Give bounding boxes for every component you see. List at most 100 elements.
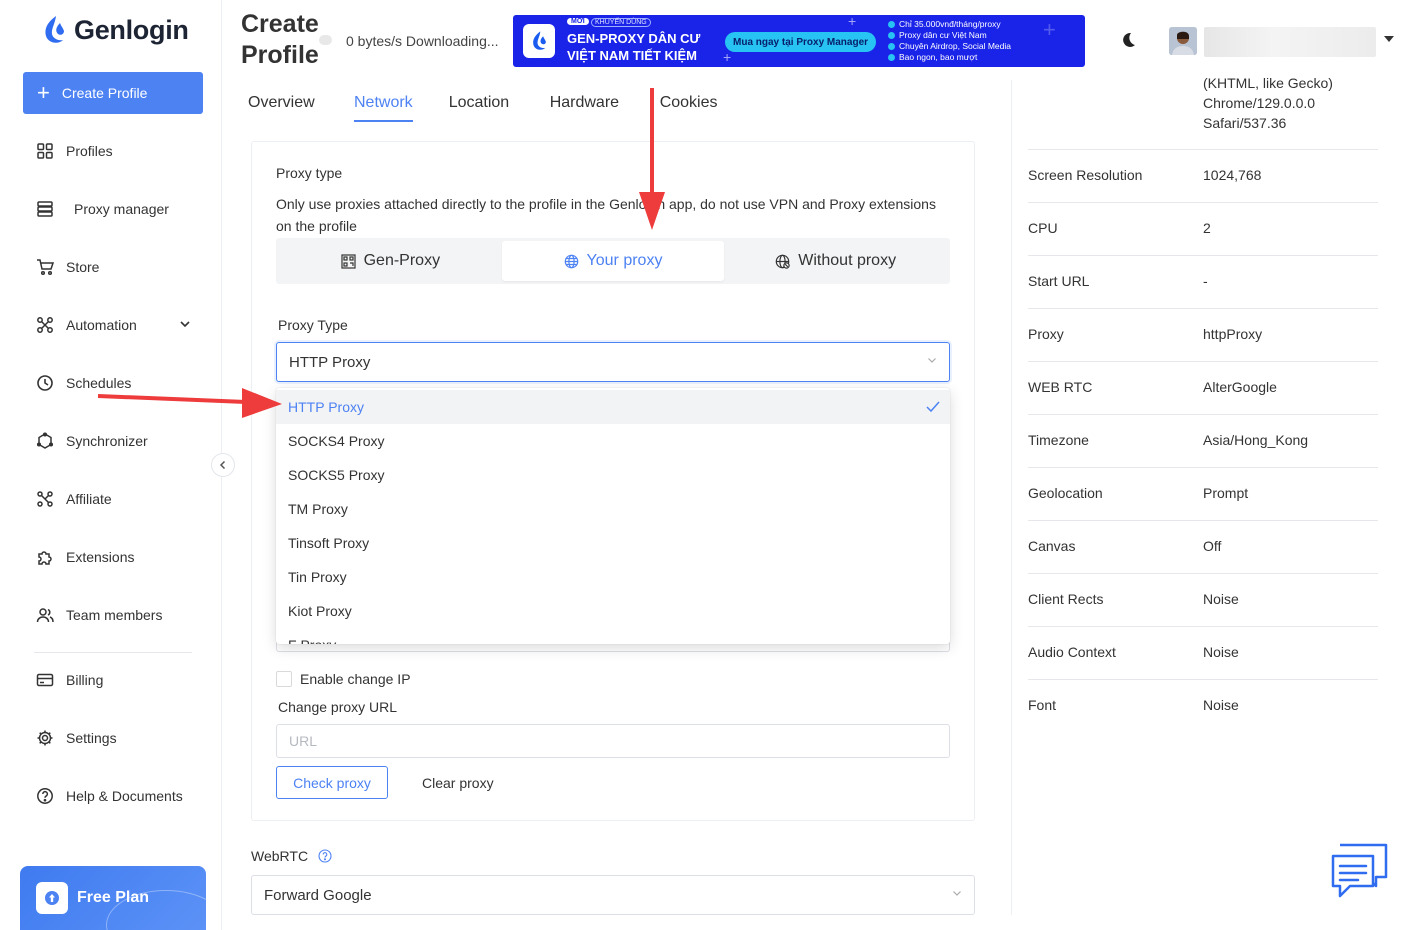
sidebar-item-label: Settings <box>66 730 117 746</box>
page-title-line-2: Profile <box>241 41 319 69</box>
banner-bullet: Proxy dân cư Việt Nam <box>888 30 1011 41</box>
plus-icon: + <box>37 80 50 105</box>
sidebar-item-help[interactable]: Help & Documents <box>36 787 183 805</box>
profile-tabs: Overview Network Location Hardware Cooki… <box>248 94 718 122</box>
sparkle-icon: + <box>723 49 732 65</box>
dropdown-option-tinsoft[interactable]: Tinsoft Proxy <box>276 526 950 560</box>
sidebar-item-label: Affiliate <box>66 491 112 507</box>
enable-change-ip-checkbox[interactable] <box>276 671 292 687</box>
chat-support-icon[interactable] <box>1330 842 1390 900</box>
sidebar-item-label: Team members <box>66 607 163 623</box>
overview-key: Font <box>1028 697 1057 713</box>
caret-down-icon[interactable] <box>1384 36 1394 42</box>
gear-icon <box>37 730 53 746</box>
help-circle-icon[interactable] <box>318 849 332 863</box>
tab-location[interactable]: Location <box>449 94 550 122</box>
app-logo[interactable]: Genlogin <box>42 14 189 46</box>
change-proxy-url-input[interactable] <box>276 724 950 758</box>
overview-key: WEB RTC <box>1028 379 1093 395</box>
free-plan-card[interactable]: Free Plan <box>20 866 206 930</box>
avatar[interactable] <box>1169 27 1197 55</box>
enable-change-ip-label[interactable]: Enable change IP <box>300 671 411 687</box>
sidebar-item-billing[interactable]: Billing <box>36 671 103 689</box>
banner-bullets: Chỉ 35.000vnđ/tháng/proxy Proxy dân cư V… <box>888 19 1011 63</box>
user-name-blurred[interactable] <box>1204 27 1376 57</box>
proxy-section-label: Proxy type <box>276 165 343 181</box>
dropdown-option-http[interactable]: HTTP Proxy <box>276 390 950 424</box>
collapse-sidebar-button[interactable] <box>211 453 235 477</box>
team-icon <box>36 608 54 623</box>
dropdown-option-kiot[interactable]: Kiot Proxy <box>276 594 950 628</box>
banner-cta-button[interactable]: Mua ngay tại Proxy Manager <box>725 32 877 52</box>
dropdown-option-socks4[interactable]: SOCKS4 Proxy <box>276 424 950 458</box>
tab-cookies[interactable]: Cookies <box>660 94 718 122</box>
check-icon <box>926 401 940 413</box>
mode-label: Your proxy <box>586 252 663 269</box>
sidebar-item-team-members[interactable]: Team members <box>36 606 162 624</box>
mode-without-proxy[interactable]: Without proxy <box>724 241 947 281</box>
check-proxy-button[interactable]: Check proxy <box>276 766 388 799</box>
mode-your-proxy[interactable]: Your proxy <box>501 241 725 281</box>
proxy-type-select[interactable]: HTTP Proxy <box>276 342 950 382</box>
dropdown-option-tin[interactable]: Tin Proxy <box>276 560 950 594</box>
mode-label: Without proxy <box>798 252 897 269</box>
banner-bullet: Bao ngon, bao mượt <box>888 52 1011 63</box>
genlogin-logo-icon <box>45 16 64 43</box>
sidebar-item-store[interactable]: Store <box>36 258 99 276</box>
chevron-down-icon <box>953 891 961 896</box>
clear-proxy-button[interactable]: Clear proxy <box>412 766 504 799</box>
banner-headline: GEN-PROXY DÂN CƯ VIỆT NAM TIẾT KIỆM <box>567 30 727 64</box>
overview-value: Asia/Hong_Kong <box>1203 432 1309 448</box>
sidebar-item-proxy-manager[interactable]: Proxy manager <box>36 200 169 218</box>
sidebar-item-label: Help & Documents <box>66 788 183 804</box>
sidebar-item-automation[interactable]: Automation <box>36 316 137 334</box>
dropdown-option-tm[interactable]: TM Proxy <box>276 492 950 526</box>
sidebar-item-settings[interactable]: Settings <box>36 729 117 747</box>
overview-row: Proxy httpProxy <box>1028 308 1378 361</box>
dropdown-option-socks5[interactable]: SOCKS5 Proxy <box>276 458 950 492</box>
overview-key: Start URL <box>1028 273 1090 289</box>
server-icon <box>37 201 53 217</box>
overview-row: Screen Resolution 1024,768 <box>1028 149 1378 202</box>
grid-icon <box>37 143 53 159</box>
chevron-left-icon <box>219 460 226 470</box>
chevron-down-icon <box>928 358 936 363</box>
mode-label: Gen-Proxy <box>363 252 441 269</box>
chevron-down-icon[interactable] <box>178 317 192 331</box>
sidebar-item-profiles[interactable]: Profiles <box>36 142 113 160</box>
sidebar-item-affiliate[interactable]: Affiliate <box>36 490 112 508</box>
sidebar-item-schedules[interactable]: Schedules <box>36 374 131 392</box>
tab-hardware[interactable]: Hardware <box>550 94 660 122</box>
create-profile-label: Create Profile <box>61 85 148 101</box>
tab-overview[interactable]: Overview <box>248 94 354 122</box>
moon-icon[interactable] <box>1118 30 1138 50</box>
upgrade-icon <box>36 882 68 914</box>
webrtc-select[interactable]: Forward Google <box>251 875 975 915</box>
proxy-mode-switch: Gen-Proxy Your proxy Without proxy <box>276 238 950 284</box>
sidebar-item-synchronizer[interactable]: Synchronizer <box>36 432 148 450</box>
mode-gen-proxy[interactable]: Gen-Proxy <box>279 241 502 281</box>
overview-value: Noise <box>1203 644 1239 660</box>
overview-value: AlterGoogle <box>1203 379 1277 395</box>
webrtc-label: WebRTC <box>251 848 309 864</box>
overview-row: Timezone Asia/Hong_Kong <box>1028 414 1378 467</box>
banner-bullet: Chuyên Airdrop, Social Media <box>888 41 1011 52</box>
webrtc-value: Forward Google <box>264 886 372 904</box>
create-profile-button[interactable]: + Create Profile <box>23 72 203 114</box>
sparkle-icon: + <box>1043 17 1056 42</box>
sync-icon <box>36 432 54 449</box>
sidebar-item-extensions[interactable]: Extensions <box>36 548 134 566</box>
overview-row: CPU 2 <box>1028 202 1378 255</box>
tab-network[interactable]: Network <box>354 94 413 122</box>
globe-icon <box>564 254 578 268</box>
promo-banner[interactable]: MỚI KHUYẾN DÙNG GEN-PROXY DÂN CƯ VIỆT NA… <box>513 15 1085 67</box>
banner-new-badge: MỚI <box>567 18 589 25</box>
overview-key: CPU <box>1028 220 1058 236</box>
overview-row: Geolocation Prompt <box>1028 467 1378 520</box>
sidebar-item-label: Profiles <box>66 143 113 159</box>
user-agent-value: (KHTML, like Gecko) Chrome/129.0.0.0 Saf… <box>1203 73 1333 133</box>
overview-value: Prompt <box>1203 485 1249 501</box>
overview-key: Geolocation <box>1028 485 1103 501</box>
banner-bullet: Chỉ 35.000vnđ/tháng/proxy <box>888 19 1011 30</box>
dropdown-option-f[interactable]: F Proxy <box>276 628 950 644</box>
